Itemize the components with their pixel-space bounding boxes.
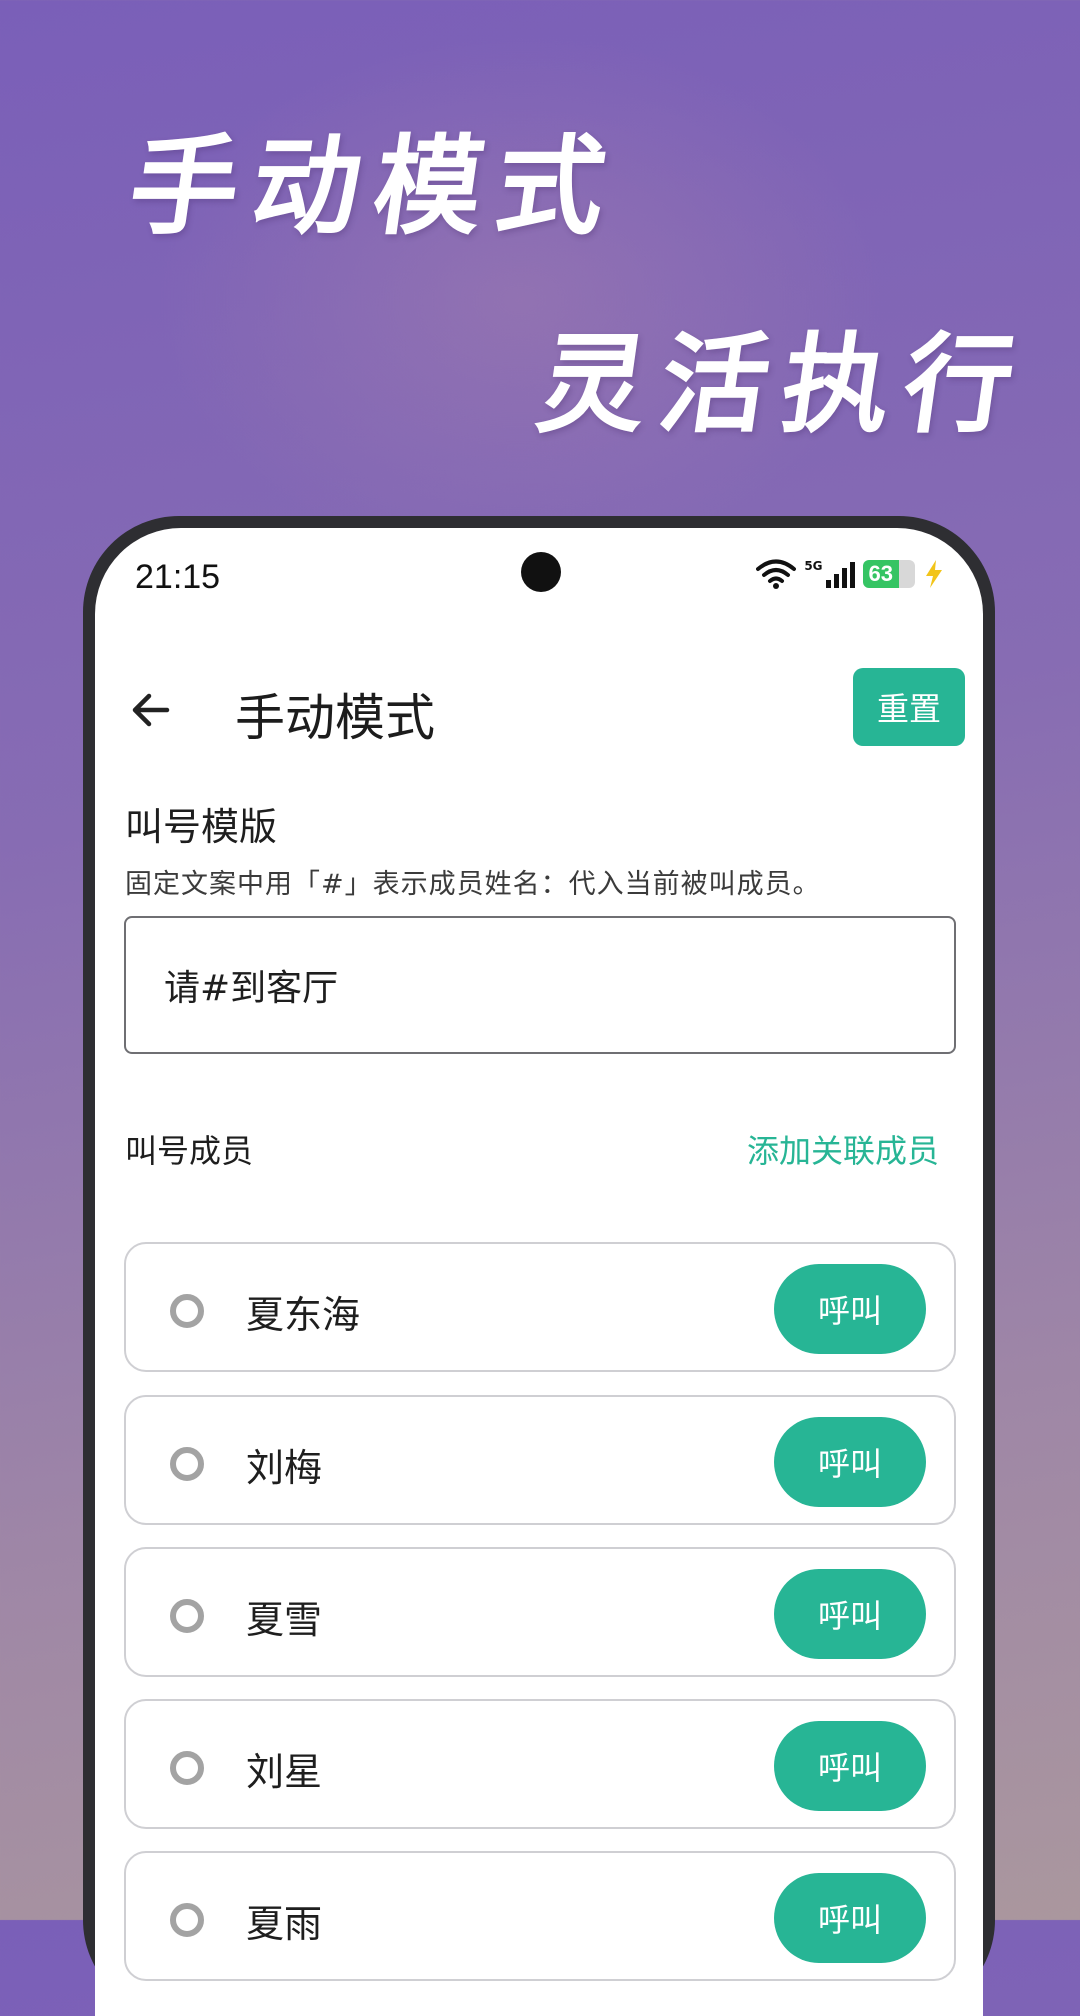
member-row[interactable]: 夏雨 呼叫 xyxy=(124,1851,956,1981)
signal-icon xyxy=(825,562,855,588)
template-heading: 叫号模版 xyxy=(125,805,278,849)
radio-button[interactable] xyxy=(170,1903,204,1937)
app-bar: 手动模式 重置 xyxy=(95,668,983,758)
member-row[interactable]: 刘梅 呼叫 xyxy=(124,1395,956,1525)
member-name: 夏雨 xyxy=(246,1902,323,1946)
member-name: 夏东海 xyxy=(246,1293,361,1337)
page-title: 手动模式 xyxy=(235,689,435,747)
status-time: 21:15 xyxy=(135,558,221,596)
radio-button[interactable] xyxy=(170,1599,204,1633)
member-row[interactable]: 刘星 呼叫 xyxy=(124,1699,956,1829)
call-button[interactable]: 呼叫 xyxy=(774,1264,926,1354)
battery-indicator: 63 xyxy=(862,560,915,588)
charging-icon xyxy=(926,560,942,588)
add-member-link[interactable]: 添加关联成员 xyxy=(747,1126,939,1172)
back-arrow-icon[interactable] xyxy=(127,686,175,734)
radio-button[interactable] xyxy=(170,1447,204,1481)
member-name: 刘梅 xyxy=(246,1446,323,1490)
member-name: 夏雪 xyxy=(246,1598,323,1642)
call-button[interactable]: 呼叫 xyxy=(774,1417,926,1507)
status-icons: 5G 63 xyxy=(756,558,945,590)
phone-screen: 21:15 5G 63 手动模式 重置 叫号模版 固定文案中用「#」表示成员姓名… xyxy=(95,528,983,2016)
reset-button[interactable]: 重置 xyxy=(853,668,965,746)
template-input[interactable] xyxy=(124,916,956,1054)
phone-frame: 21:15 5G 63 手动模式 重置 叫号模版 固定文案中用「#」表示成员姓名… xyxy=(83,516,995,2016)
member-row[interactable]: 夏雪 呼叫 xyxy=(124,1547,956,1677)
member-row[interactable]: 夏东海 呼叫 xyxy=(124,1242,956,1372)
radio-button[interactable] xyxy=(170,1751,204,1785)
front-camera xyxy=(521,552,561,592)
status-bar: 21:15 5G 63 xyxy=(95,528,983,628)
hero-title-line-2: 灵活执行 xyxy=(529,322,1036,448)
member-name: 刘星 xyxy=(246,1750,323,1794)
hero-title-line-1: 手动模式 xyxy=(121,124,628,250)
radio-button[interactable] xyxy=(170,1294,204,1328)
template-hint: 固定文案中用「#」表示成员姓名：代入当前被叫成员。 xyxy=(125,869,821,900)
wifi-icon xyxy=(756,559,797,589)
call-button[interactable]: 呼叫 xyxy=(774,1873,926,1963)
members-heading: 叫号成员 xyxy=(125,1132,254,1170)
call-button[interactable]: 呼叫 xyxy=(774,1569,926,1659)
network-type: 5G xyxy=(804,559,823,573)
call-button[interactable]: 呼叫 xyxy=(774,1721,926,1811)
